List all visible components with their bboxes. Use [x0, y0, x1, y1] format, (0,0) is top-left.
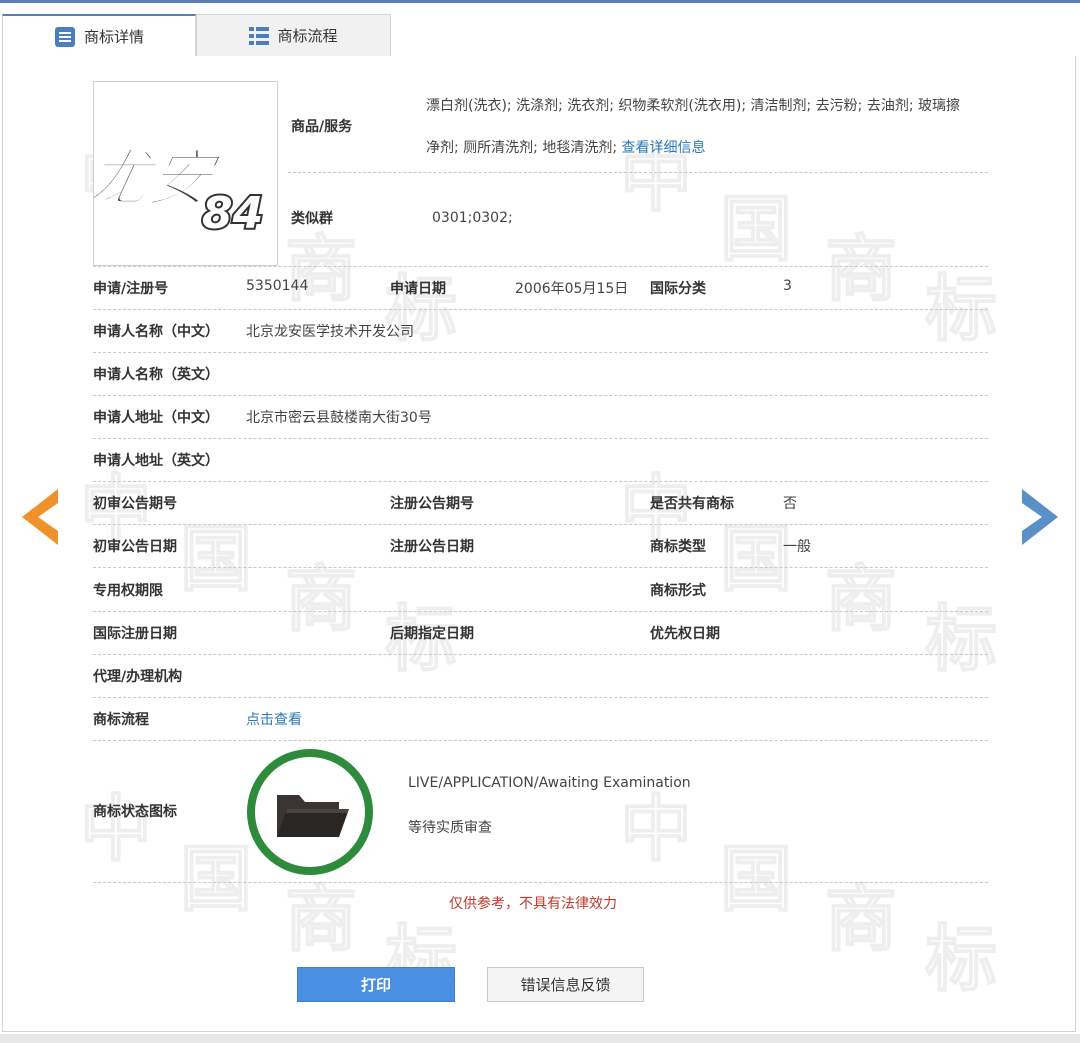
applicant-cn-label: 申请人名称（中文） — [93, 324, 219, 340]
reg-pub-date-label: 注册公告日期 — [390, 539, 474, 555]
print-button[interactable]: 打印 — [297, 967, 455, 1002]
status-text-cn: 等待实质审查 — [408, 820, 492, 836]
divider — [93, 309, 988, 310]
error-feedback-button[interactable]: 错误信息反馈 — [487, 967, 644, 1002]
similar-group-label: 类似群 — [291, 211, 333, 227]
intl-class-value: 3 — [783, 278, 792, 294]
app-date-value: 2006年05月15日 — [515, 281, 629, 297]
reg-no-value: 5350144 — [246, 278, 309, 294]
divider — [93, 882, 988, 883]
goods-services-line2: 净剂; 厕所清洗剂; 地毯清洗剂; 查看详细信息 — [426, 137, 706, 157]
bottom-border — [0, 1034, 1080, 1043]
divider — [93, 567, 988, 568]
tab-trademark-details[interactable]: 商标详情 — [2, 14, 196, 57]
mark-form-label: 商标形式 — [650, 583, 706, 599]
reg-pub-no-label: 注册公告期号 — [390, 496, 474, 512]
flow-list-icon — [249, 26, 270, 45]
top-border — [0, 0, 1080, 3]
divider — [93, 697, 988, 698]
mark-type-value: 一般 — [783, 539, 811, 555]
address-cn-label: 申请人地址（中文） — [93, 410, 219, 426]
status-icon-label: 商标状态图标 — [93, 804, 177, 820]
details-list-icon — [54, 26, 75, 47]
goods-services-text: 净剂; 厕所清洗剂; 地毯清洗剂; — [426, 140, 618, 156]
divider — [93, 740, 988, 741]
disclaimer-text: 仅供参考，不具有法律效力 — [449, 896, 617, 912]
intl-reg-date-label: 国际注册日期 — [93, 626, 177, 642]
tab-label: 商标流程 — [277, 27, 338, 45]
goods-services-line1: 漂白剂(洗衣); 洗涤剂; 洗衣剂; 织物柔软剂(洗衣用); 清洁制剂; 去污粉… — [426, 98, 961, 114]
goods-services-label: 商品/服务 — [291, 119, 353, 135]
divider — [93, 524, 988, 525]
later-designation-label: 后期指定日期 — [390, 626, 474, 642]
address-cn-value: 北京市密云县鼓楼南大街30号 — [246, 410, 432, 426]
divider — [93, 395, 988, 396]
divider — [93, 611, 988, 612]
prelim-pub-date-label: 初审公告日期 — [93, 539, 177, 555]
previous-arrow-icon[interactable] — [20, 489, 60, 545]
priority-date-label: 优先权日期 — [650, 626, 720, 642]
divider — [93, 481, 988, 482]
view-process-link[interactable]: 点击查看 — [246, 709, 302, 729]
divider — [93, 654, 988, 655]
prelim-pub-no-label: 初审公告期号 — [93, 496, 177, 512]
applicant-cn-value: 北京龙安医学技术开发公司 — [246, 324, 414, 340]
similar-group-value: 0301;0302; — [432, 210, 513, 226]
status-text-en: LIVE/APPLICATION/Awaiting Examination — [408, 775, 691, 791]
tab-label: 商标详情 — [83, 28, 144, 46]
reg-no-label: 申请/注册号 — [93, 281, 169, 297]
trademark-logo-image: 龙安 84 — [93, 81, 278, 266]
status-badge — [247, 749, 373, 875]
mark-type-label: 商标类型 — [650, 539, 706, 555]
app-date-label: 申请日期 — [390, 281, 446, 297]
divider — [288, 172, 988, 173]
agent-label: 代理/办理机构 — [93, 669, 183, 685]
logo-text-num: 84 — [202, 188, 263, 239]
shared-label: 是否共有商标 — [650, 496, 734, 512]
exclusive-period-label: 专用权期限 — [93, 583, 163, 599]
shared-value: 否 — [783, 496, 797, 512]
folder-icon — [277, 795, 349, 837]
address-en-label: 申请人地址（英文） — [93, 453, 219, 469]
applicant-en-label: 申请人名称（英文） — [93, 367, 219, 383]
view-details-link[interactable]: 查看详细信息 — [622, 140, 706, 156]
divider — [93, 352, 988, 353]
divider — [93, 266, 988, 267]
tab-trademark-process[interactable]: 商标流程 — [196, 14, 391, 57]
divider — [93, 438, 988, 439]
process-label: 商标流程 — [93, 712, 149, 728]
intl-class-label: 国际分类 — [650, 281, 706, 297]
next-arrow-icon[interactable] — [1020, 489, 1060, 545]
